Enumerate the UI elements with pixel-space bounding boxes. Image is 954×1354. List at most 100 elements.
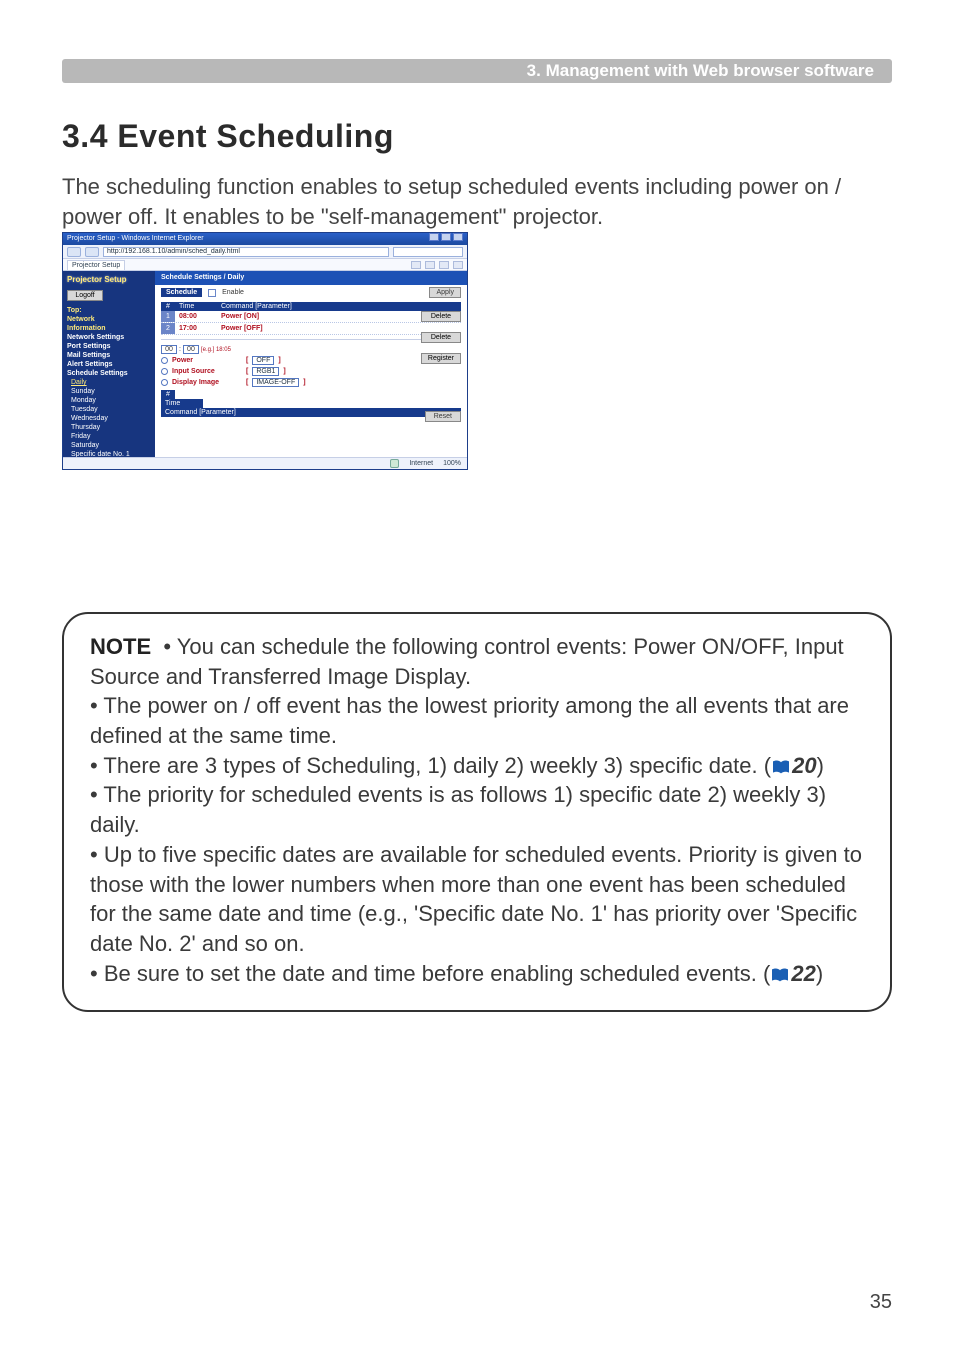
table-head-2: # Time Command [Parameter] bbox=[161, 390, 461, 417]
note-p2: • The power on / off event has the lowes… bbox=[90, 691, 864, 750]
cell-time: 08:00 bbox=[175, 311, 217, 322]
sidebar-item-mail-settings[interactable]: Mail Settings bbox=[67, 352, 151, 359]
status-zone-text: Internet bbox=[409, 460, 433, 467]
th2-time: Time bbox=[161, 399, 203, 408]
event-table: # Time Command [Parameter] 1 08:00 Power… bbox=[161, 302, 461, 335]
table-head: # Time Command [Parameter] bbox=[161, 302, 461, 311]
intro-paragraph: The scheduling function enables to setup… bbox=[62, 172, 892, 231]
radio-power[interactable] bbox=[161, 357, 168, 364]
maximize-icon[interactable] bbox=[441, 233, 451, 241]
opt-row-input: Input Source [RGB1] bbox=[161, 367, 461, 376]
section-title: 3.4 Event Scheduling bbox=[62, 118, 394, 155]
forward-icon[interactable] bbox=[85, 247, 99, 257]
opt-row-image: Display Image [IMAGE-OFF] bbox=[161, 378, 461, 387]
internet-zone-icon bbox=[390, 459, 399, 468]
table-row[interactable]: 2 17:00 Power [OFF] bbox=[161, 323, 461, 335]
toolbar-right-icons bbox=[411, 261, 463, 269]
sidebar-sub-tuesday[interactable]: Tuesday bbox=[71, 406, 151, 413]
note-box: NOTE • You can schedule the following co… bbox=[62, 612, 892, 1012]
sidebar-sub-thursday[interactable]: Thursday bbox=[71, 424, 151, 431]
th2-cmd: Command [Parameter] bbox=[161, 408, 461, 417]
window-title-text: Projector Setup - Windows Internet Explo… bbox=[67, 233, 204, 245]
register-button[interactable]: Register bbox=[421, 353, 461, 364]
minimize-icon[interactable] bbox=[429, 233, 439, 241]
opt-row-power: Power [OFF] bbox=[161, 356, 461, 365]
sidebar-item-information[interactable]: Information bbox=[67, 325, 151, 332]
select-input[interactable]: RGB1 bbox=[252, 367, 279, 376]
note-p4: • The priority for scheduled events is a… bbox=[90, 780, 864, 839]
main-heading: Schedule Settings / Daily bbox=[155, 271, 467, 285]
sidebar-sub-specific-3[interactable]: Specific date No. 3 bbox=[71, 469, 151, 470]
note-p6: • Be sure to set the date and time befor… bbox=[90, 959, 864, 989]
delete-button-2[interactable]: Delete bbox=[421, 332, 461, 343]
back-icon[interactable] bbox=[67, 247, 81, 257]
sidebar-item-network-settings[interactable]: Network Settings bbox=[67, 334, 151, 341]
cell-time: 17:00 bbox=[175, 323, 217, 334]
table-row[interactable]: 1 08:00 Power [ON] bbox=[161, 311, 461, 323]
opt-label-image: Display Image bbox=[172, 379, 242, 386]
select-image[interactable]: IMAGE-OFF bbox=[252, 378, 299, 387]
note-p6-post: ) bbox=[816, 961, 823, 986]
sidebar-sub-daily[interactable]: Daily bbox=[71, 379, 151, 386]
sidebar-app-title: Projector Setup bbox=[67, 275, 151, 284]
sidebar-sub-sunday[interactable]: Sunday bbox=[71, 388, 151, 395]
sidebar-item-top[interactable]: Top: bbox=[67, 307, 151, 314]
right-button-column: Delete Delete Register bbox=[421, 311, 461, 364]
sidebar-sub-wednesday[interactable]: Wednesday bbox=[71, 415, 151, 422]
sidebar-item-alert-settings[interactable]: Alert Settings bbox=[67, 361, 151, 368]
book-icon bbox=[771, 759, 791, 775]
reset-button[interactable]: Reset bbox=[425, 411, 461, 422]
note-p3-post: ) bbox=[817, 753, 824, 778]
page-number: 35 bbox=[870, 1291, 892, 1314]
schedule-row: Schedule Enable Apply bbox=[155, 285, 467, 302]
book-icon bbox=[770, 967, 790, 983]
sidebar-sub-saturday[interactable]: Saturday bbox=[71, 442, 151, 449]
time-input-group: 00: 00 [e.g.] 18:05 bbox=[161, 345, 461, 354]
th-num: # bbox=[161, 302, 175, 311]
select-power[interactable]: OFF bbox=[252, 356, 274, 365]
window-buttons bbox=[429, 233, 463, 245]
page-icon[interactable] bbox=[439, 261, 449, 269]
th-time: Time bbox=[175, 302, 217, 311]
note-p5: • Up to five specific dates are availabl… bbox=[90, 840, 864, 959]
search-box[interactable] bbox=[393, 247, 463, 257]
browser-tab[interactable]: Projector Setup bbox=[67, 260, 125, 270]
cell-num: 2 bbox=[161, 323, 175, 334]
window-titlebar: Projector Setup - Windows Internet Explo… bbox=[63, 233, 467, 245]
opt-label-input: Input Source bbox=[172, 368, 242, 375]
note-p6-ref: 22 bbox=[791, 961, 815, 986]
cell-num: 1 bbox=[161, 311, 175, 322]
print-icon[interactable] bbox=[425, 261, 435, 269]
sidebar-sub-friday[interactable]: Friday bbox=[71, 433, 151, 440]
note-p3-ref: 20 bbox=[792, 753, 816, 778]
note-p6-pre: • Be sure to set the date and time befor… bbox=[90, 961, 770, 986]
embedded-screenshot: Projector Setup - Windows Internet Explo… bbox=[62, 232, 468, 470]
logoff-button[interactable]: Logoff bbox=[67, 290, 103, 301]
enable-label: Enable bbox=[222, 289, 244, 296]
url-field[interactable]: http://192.168.1.10/admin/sched_daily.ht… bbox=[103, 247, 389, 257]
sidebar-sub-monday[interactable]: Monday bbox=[71, 397, 151, 404]
status-zoom-text: 100% bbox=[443, 460, 461, 467]
status-bar: Internet 100% bbox=[63, 457, 467, 469]
sidebar-item-network[interactable]: Network bbox=[67, 316, 151, 323]
delete-button-1[interactable]: Delete bbox=[421, 311, 461, 322]
home-icon[interactable] bbox=[411, 261, 421, 269]
th2-num: # bbox=[161, 390, 175, 399]
tools-icon[interactable] bbox=[453, 261, 463, 269]
toolbar: Projector Setup bbox=[63, 259, 467, 271]
note-p3: • There are 3 types of Scheduling, 1) da… bbox=[90, 751, 864, 781]
note-p1-text: • You can schedule the following control… bbox=[90, 634, 844, 689]
close-icon[interactable] bbox=[453, 233, 463, 241]
chapter-header-bar: 3. Management with Web browser software bbox=[62, 59, 892, 83]
minute-input[interactable]: 00 bbox=[183, 345, 199, 354]
address-bar: http://192.168.1.10/admin/sched_daily.ht… bbox=[63, 245, 467, 259]
sidebar-item-schedule-settings[interactable]: Schedule Settings bbox=[67, 370, 151, 377]
radio-image[interactable] bbox=[161, 379, 168, 386]
radio-input[interactable] bbox=[161, 368, 168, 375]
apply-button[interactable]: Apply bbox=[429, 287, 461, 298]
screenshot-body: Projector Setup Logoff Top: Network Info… bbox=[63, 271, 467, 457]
th-cmd: Command [Parameter] bbox=[217, 302, 461, 311]
hour-input[interactable]: 00 bbox=[161, 345, 177, 354]
enable-checkbox[interactable] bbox=[208, 289, 216, 297]
sidebar-item-port-settings[interactable]: Port Settings bbox=[67, 343, 151, 350]
